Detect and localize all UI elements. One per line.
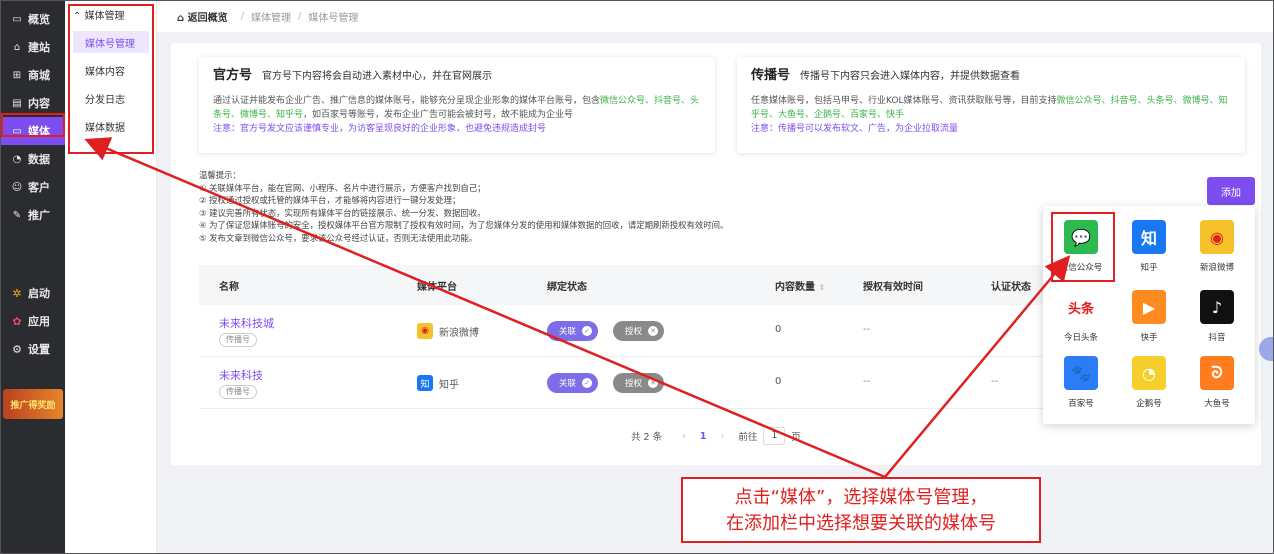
app-window: ▭ 概览 ⌂ 建站 ⊞ 商城 ▤ 内容 ▭ 媒体 ◔ 数据 ☺ 客户 ✎ 推广 ✲ 启动 ✿ 应用 … xyxy=(0,0,1274,554)
annotation-note: 点击“媒体”，选择媒体号管理， 在添加栏中选择想要关联的媒体号 xyxy=(681,477,1041,543)
annotation-arrows xyxy=(84,137,1071,479)
